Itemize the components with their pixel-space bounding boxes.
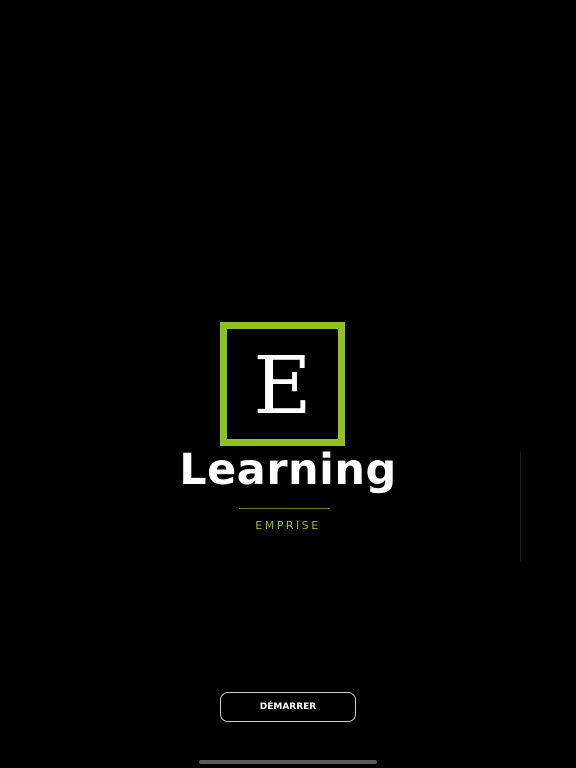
side-divider [520,452,521,562]
logo-box: E [220,322,345,446]
home-indicator[interactable] [199,760,377,764]
brand-divider [239,508,330,509]
brand-title: Learning [179,445,397,495]
logo-letter: E [253,339,312,432]
brand-subtitle: EMPRISE [255,519,321,532]
start-button[interactable]: DÉMARRER [220,692,356,722]
